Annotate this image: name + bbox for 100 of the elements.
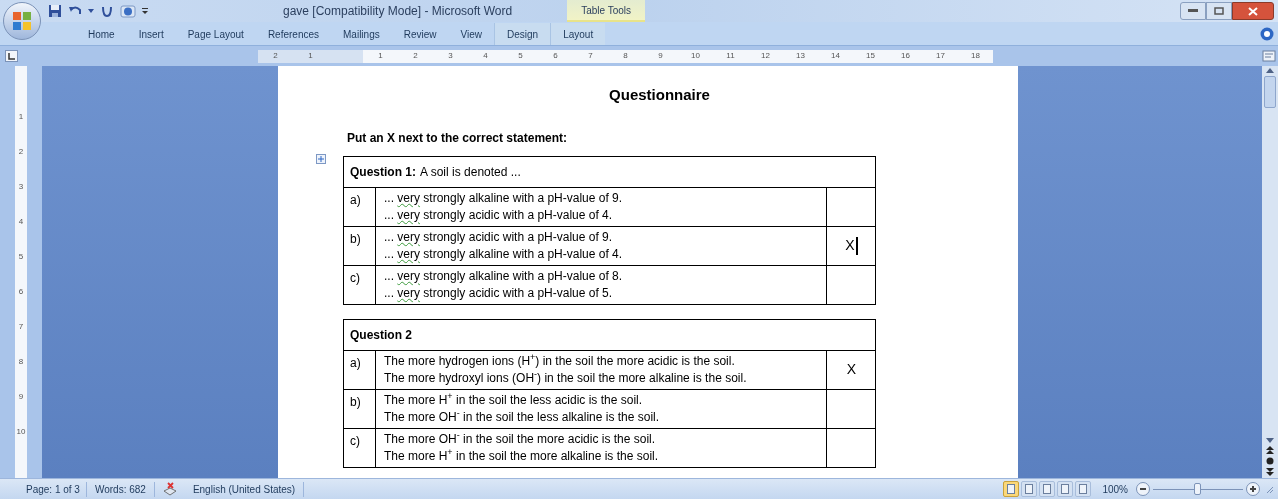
ruler-number: 1	[378, 50, 383, 62]
contextual-tab-group: Table Tools	[567, 0, 646, 22]
ruler-number: 16	[901, 50, 910, 62]
table-cell: a)	[344, 350, 376, 389]
view-button[interactable]	[1021, 481, 1038, 497]
ruler-number: 6	[553, 50, 558, 62]
view-button[interactable]	[1075, 481, 1092, 497]
minus-icon	[1140, 488, 1146, 490]
ruler-number: 17	[936, 50, 945, 62]
ruler-number: 12	[761, 50, 770, 62]
question-prompt: A soil is denoted ...	[420, 164, 521, 179]
minimize-button[interactable]	[1180, 2, 1206, 20]
page-count[interactable]: Page: 1 of 3	[20, 481, 87, 497]
ruler-number: 18	[971, 50, 980, 62]
table-cell-text: The more H$^{+}$ in the soil the less acidic is the soil.	[384, 391, 644, 409]
ruler-number: 10	[16, 426, 26, 437]
ribbon-tab[interactable]: Mailings	[331, 23, 392, 45]
table-cell: b)	[344, 389, 376, 428]
ruler-number: 11	[726, 50, 735, 62]
ruler-number: 5	[518, 50, 523, 62]
zoom-level[interactable]: 100%	[1102, 481, 1128, 497]
table-cell-text: The more OH$^{-}$ in the soil the less alkaline is the soil.	[384, 408, 661, 426]
table-cell-text: The more hydrogen ions (H$^{+}$) in the soil the more acidic is the soil.	[384, 352, 736, 370]
ribbon-tab[interactable]: View	[448, 23, 494, 45]
office-logo-icon	[11, 10, 33, 32]
scroll-down-icon[interactable]	[1266, 438, 1274, 443]
table-cell-text: The more OH$^{-}$ in the soil the more acidic is the soil.	[384, 430, 657, 448]
ruler-number: 2	[273, 50, 278, 62]
ruler-number: 10	[691, 50, 700, 62]
scroll-thumb[interactable]	[1264, 76, 1276, 108]
ruler-number: 2	[18, 146, 24, 157]
table-cell-text: The more hydroxyl ions (OH$^{-}$) in the soil the more alkaline is the soil.	[384, 369, 748, 387]
ruler-number: 9	[658, 50, 663, 62]
table-cell: c)	[344, 428, 376, 467]
table-cell-text: ... very strongly acidic with a pH-value of 4.	[384, 206, 614, 224]
answer-mark: X	[846, 360, 857, 379]
ribbon-tab[interactable]: Insert	[126, 23, 176, 45]
maximize-button[interactable]	[1206, 2, 1232, 20]
ruler-number: 9	[18, 391, 24, 402]
table-cell-text: ... very strongly acidic with a pH-value of 5.	[384, 284, 614, 302]
word-count[interactable]: Words: 682	[86, 481, 155, 497]
ruler-number: 3	[448, 50, 453, 62]
ruler-number: 13	[796, 50, 805, 62]
maximize-icon	[1214, 7, 1224, 15]
question-heading: Question 2	[350, 327, 412, 342]
instruction-text: Put an X next to the correct statement:	[347, 130, 568, 145]
zoom-slider[interactable]	[1153, 482, 1243, 496]
save-icon[interactable]	[48, 4, 62, 18]
table-cell: c)	[344, 265, 376, 304]
language[interactable]: English (United States)	[184, 481, 305, 497]
table-cell: a)	[344, 187, 376, 226]
ruler-number: 1	[308, 50, 313, 62]
table-cell-text: ... very strongly alkaline with a pH-value of 4.	[384, 245, 624, 263]
ruler-number: 5	[18, 251, 24, 262]
ruler-number: 2	[413, 50, 418, 62]
ribbon-tab[interactable]: Review	[391, 23, 449, 45]
help-icon[interactable]	[1260, 27, 1274, 41]
browse-object-icon[interactable]	[1266, 457, 1274, 465]
proofing-icon[interactable]	[162, 482, 177, 496]
ruler-number: 8	[623, 50, 628, 62]
table-cell-text: ... very strongly alkaline with a pH-value of 8.	[384, 267, 624, 285]
zoom-out-button[interactable]	[1136, 482, 1150, 496]
table-cell-text: ... very strongly acidic with a pH-value of 9.	[384, 228, 614, 246]
dropdown-arrow-icon[interactable]	[88, 9, 94, 13]
next-page-icon[interactable]	[1266, 468, 1274, 476]
ribbon-tab[interactable]: References	[255, 23, 331, 45]
close-icon	[1248, 6, 1258, 16]
view-button[interactable]	[1039, 481, 1056, 497]
ruler-number: 6	[18, 286, 24, 297]
zoom-in-button[interactable]	[1246, 482, 1260, 496]
ruler-number: 15	[866, 50, 875, 62]
ribbon-tab[interactable]: Layout	[550, 23, 606, 45]
ruler-number: 7	[588, 50, 593, 62]
ribbon-tab[interactable]: Home	[76, 23, 127, 45]
ruler-number: 3	[18, 181, 24, 192]
table-cell-text: ... very strongly alkaline with a pH-value of 9.	[384, 189, 624, 207]
table-cell-text: The more H$^{+}$ in the soil the more alkaline is the soil.	[384, 447, 660, 465]
ruler-number: 1	[18, 111, 24, 122]
previous-page-icon[interactable]	[1266, 446, 1274, 454]
ribbon-tab[interactable]: Page Layout	[175, 23, 256, 45]
view-button[interactable]	[1003, 481, 1020, 497]
document-title: Questionnaire	[609, 85, 710, 105]
plus-icon	[1250, 486, 1256, 492]
table-move-handle[interactable]	[316, 154, 326, 164]
customize-toolbar-icon[interactable]	[142, 7, 148, 15]
view-button[interactable]	[1057, 481, 1074, 497]
close-button[interactable]	[1232, 2, 1274, 20]
answer-mark: X	[845, 236, 855, 255]
redo-icon[interactable]	[100, 4, 114, 18]
tab-selector[interactable]	[5, 50, 18, 62]
vertical-scrollbar[interactable]	[1262, 66, 1278, 478]
ribbon-tab[interactable]: Design	[494, 23, 551, 45]
ruler-number: 4	[18, 216, 24, 227]
ruler-number: 4	[483, 50, 488, 62]
scroll-up-icon[interactable]	[1266, 68, 1274, 73]
minimize-icon	[1188, 9, 1198, 13]
question-heading: Question 1:	[350, 164, 416, 179]
resize-grip-icon	[1264, 484, 1274, 494]
table-cell: b)	[344, 226, 376, 265]
ruler-number: 14	[831, 50, 840, 62]
